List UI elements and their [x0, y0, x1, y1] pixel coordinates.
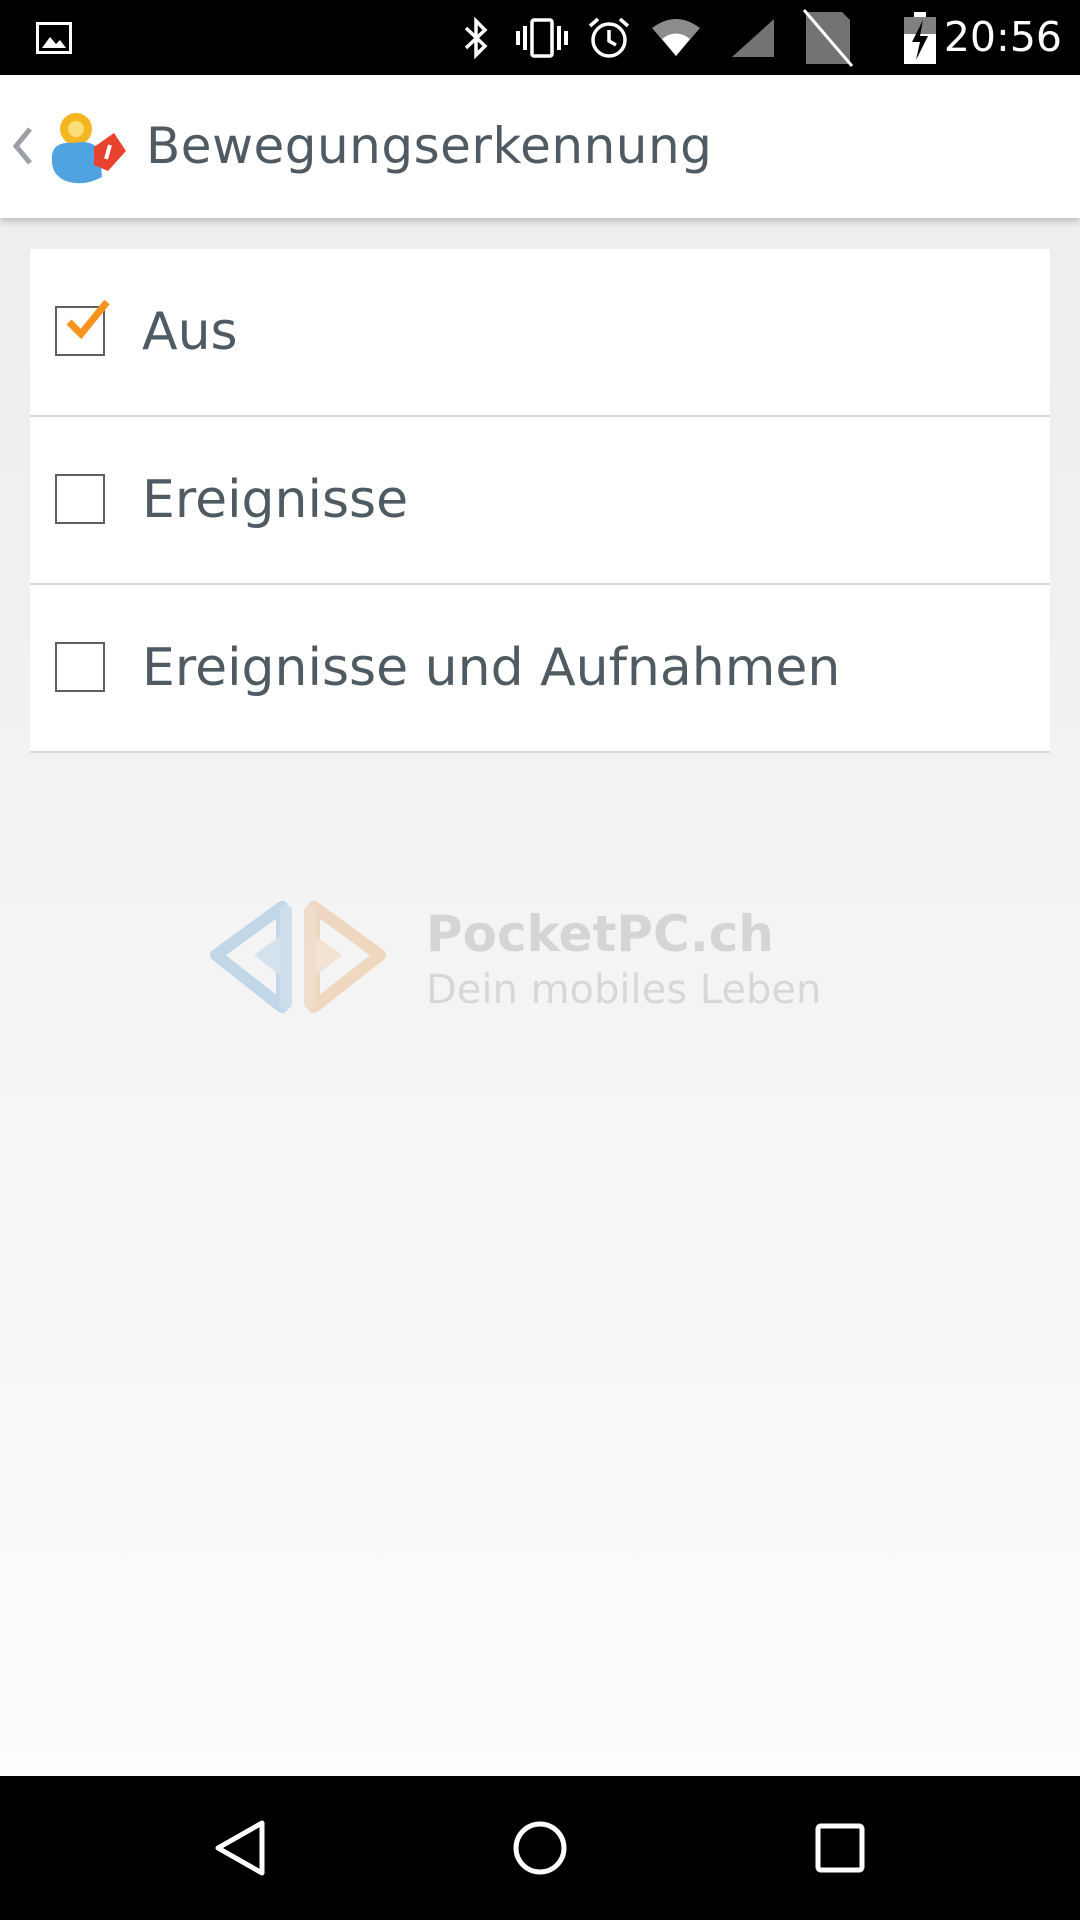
option-row-aus[interactable]: Aus: [30, 249, 1050, 417]
option-label: Ereignisse: [142, 470, 409, 530]
gallery-icon: [34, 0, 74, 75]
page-title: Bewegungserkennung: [146, 117, 713, 175]
watermark-title: PocketPC.ch: [426, 905, 774, 963]
option-row-ereignisse[interactable]: Ereignisse: [30, 417, 1050, 585]
checkbox-ereignisse[interactable]: [55, 474, 105, 524]
bluetooth-icon: [456, 0, 496, 75]
watermark: PocketPC.ch Dein mobiles Leben: [210, 895, 850, 1030]
checkbox-ereignisse-und-aufnahmen[interactable]: [55, 642, 105, 692]
app-logo-icon[interactable]: [44, 105, 128, 189]
pocketpc-logo-icon: [210, 895, 386, 1024]
action-bar: Bewegungserkennung: [0, 75, 1080, 218]
back-triangle-icon[interactable]: [170, 1776, 310, 1920]
option-label: Ereignisse und Aufnahmen: [142, 638, 841, 698]
navigation-bar: [0, 1776, 1080, 1920]
watermark-subtitle: Dein mobiles Leben: [426, 967, 822, 1013]
chevron-left-icon[interactable]: [10, 123, 34, 169]
options-list: Aus Ereignisse Ereignisse und Aufnahmen: [30, 249, 1050, 753]
home-circle-icon[interactable]: [470, 1776, 610, 1920]
checkbox-aus[interactable]: [55, 299, 110, 356]
recents-square-icon[interactable]: [770, 1776, 910, 1920]
signal-icon: [728, 0, 778, 75]
status-bar: 20:56: [0, 0, 1080, 75]
checkmark-icon: [66, 299, 110, 340]
alarm-icon: [584, 0, 634, 75]
wifi-icon: [648, 0, 704, 75]
option-row-ereignisse-und-aufnahmen[interactable]: Ereignisse und Aufnahmen: [30, 585, 1050, 753]
vibrate-icon: [512, 0, 572, 75]
no-sim-icon: [798, 0, 858, 75]
battery-charging-icon: [900, 0, 940, 75]
option-label: Aus: [142, 302, 238, 362]
clock-time: 20:56: [943, 13, 1062, 61]
